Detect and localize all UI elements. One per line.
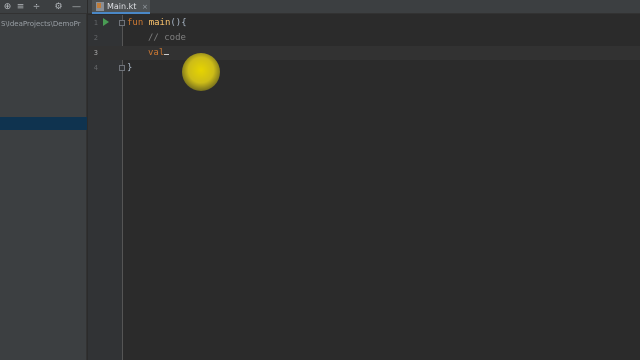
- comment: // code: [148, 33, 186, 43]
- gear-icon[interactable]: ⚙: [52, 0, 65, 14]
- kotlin-badge: [97, 3, 101, 8]
- text-caret: [164, 54, 170, 55]
- minimize-icon[interactable]: —: [70, 0, 83, 14]
- fold-open-icon[interactable]: [119, 20, 125, 26]
- expand-all-icon[interactable]: ≡: [14, 0, 27, 14]
- function-name: main: [148, 18, 171, 28]
- line-number: 1: [93, 19, 98, 27]
- mouse-cursor-highlight: [182, 53, 220, 91]
- project-toolbar: ⊕ ≡ ÷ ⚙ —: [0, 0, 87, 14]
- parens-brace: (){: [170, 18, 187, 28]
- code-line-2[interactable]: // code: [148, 31, 186, 45]
- collapse-all-icon[interactable]: ÷: [30, 0, 43, 14]
- selection-highlight: [0, 117, 87, 130]
- line-number: 2: [93, 34, 98, 42]
- keyword-val: val: [148, 48, 165, 58]
- project-panel: [0, 0, 87, 360]
- run-icon[interactable]: [103, 18, 109, 26]
- code-line-3[interactable]: val: [148, 46, 170, 60]
- target-icon[interactable]: ⊕: [1, 0, 14, 14]
- keyword-fun: fun: [127, 18, 144, 28]
- current-line-highlight: [88, 46, 640, 60]
- line-number: 4: [93, 64, 98, 72]
- project-path[interactable]: S\IdeaProjects\DemoPr: [0, 18, 87, 30]
- close-icon[interactable]: ×: [142, 0, 148, 14]
- tab-main-kt[interactable]: Main.kt ×: [92, 0, 150, 14]
- tab-label: Main.kt: [107, 2, 137, 11]
- code-line-4[interactable]: }: [127, 61, 132, 75]
- editor-tab-bar: Main.kt ×: [88, 0, 640, 14]
- line-number: 3: [93, 49, 98, 57]
- code-line-1[interactable]: fun main(){: [127, 16, 187, 30]
- closing-brace: }: [127, 63, 133, 73]
- fold-close-icon[interactable]: [119, 65, 125, 71]
